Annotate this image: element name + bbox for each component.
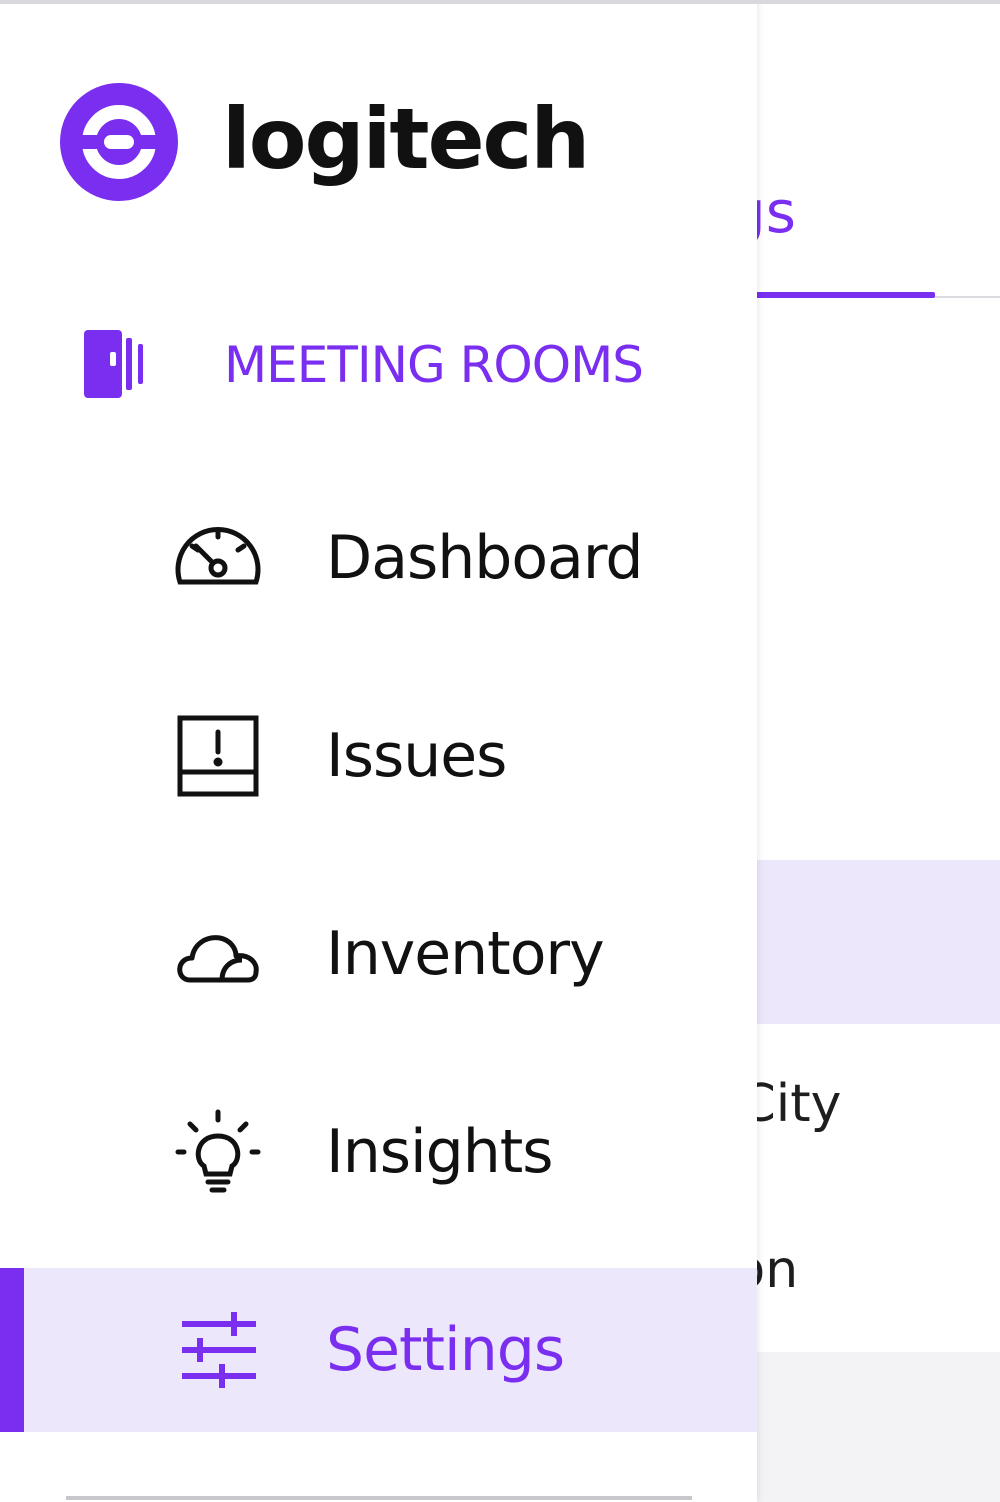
lightbulb-icon bbox=[175, 1109, 261, 1193]
section-label: MEETING ROOMS bbox=[224, 336, 644, 394]
door-icon bbox=[84, 330, 143, 398]
sidebar-item-label: Issues bbox=[326, 721, 507, 791]
sidebar-item-label: Settings bbox=[326, 1315, 565, 1385]
sidebar-item-label: Dashboard bbox=[326, 523, 644, 593]
dashboard-gauge-icon bbox=[175, 527, 261, 585]
selected-row-highlight bbox=[755, 860, 1000, 1024]
sidebar-item-insights[interactable]: Insights bbox=[0, 1070, 757, 1234]
brand-logo[interactable]: logitech bbox=[60, 82, 590, 202]
sidebar-divider bbox=[66, 1496, 692, 1500]
issues-alert-icon bbox=[177, 715, 259, 797]
top-border bbox=[0, 0, 1000, 4]
sidebar-item-label: Insights bbox=[326, 1117, 554, 1187]
cloud-icon bbox=[177, 935, 259, 983]
app-frame: ings ps nia rd n City gton logitech bbox=[0, 0, 1000, 1502]
active-indicator bbox=[0, 1268, 24, 1432]
brand-name: logitech bbox=[222, 90, 590, 188]
tab-active-indicator bbox=[755, 292, 935, 298]
sidebar-item-settings[interactable]: Settings bbox=[0, 1268, 757, 1432]
section-meeting-rooms[interactable]: MEETING ROOMS bbox=[80, 326, 644, 402]
sidebar-item-label: Inventory bbox=[326, 919, 605, 989]
sidebar: logitech MEETING ROOMS Dashboard Issues … bbox=[0, 0, 757, 1502]
sliders-icon bbox=[182, 1312, 256, 1388]
logitech-logo-icon bbox=[60, 83, 178, 201]
sidebar-item-issues[interactable]: Issues bbox=[0, 674, 757, 838]
sidebar-item-dashboard[interactable]: Dashboard bbox=[0, 476, 757, 640]
sidebar-item-inventory[interactable]: Inventory bbox=[0, 872, 757, 1036]
